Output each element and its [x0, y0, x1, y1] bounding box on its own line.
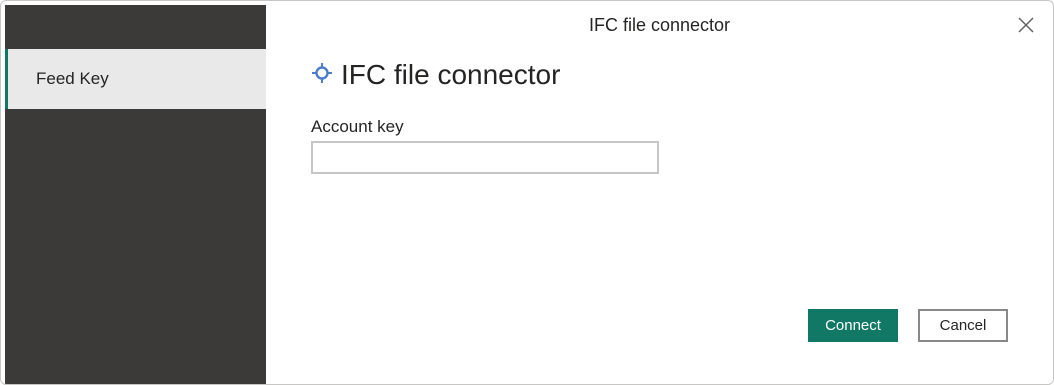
sidebar-item-label: Feed Key — [36, 69, 109, 88]
heading-text: IFC file connector — [341, 59, 561, 90]
account-key-input[interactable] — [311, 141, 659, 174]
connector-dialog: Feed Key IFC file connector IFC file con… — [0, 0, 1054, 385]
connect-button[interactable]: Connect — [808, 309, 898, 342]
close-icon — [1018, 17, 1034, 33]
page-heading: IFC file connector — [311, 59, 560, 91]
account-key-label: Account key — [311, 117, 404, 136]
sidebar: Feed Key — [5, 5, 266, 384]
close-button[interactable] — [1015, 14, 1037, 36]
sidebar-item-feed-key[interactable]: Feed Key — [5, 49, 266, 109]
dialog-title: IFC file connector — [588, 15, 731, 35]
cancel-button[interactable]: Cancel — [918, 309, 1008, 342]
connector-icon — [312, 63, 332, 83]
